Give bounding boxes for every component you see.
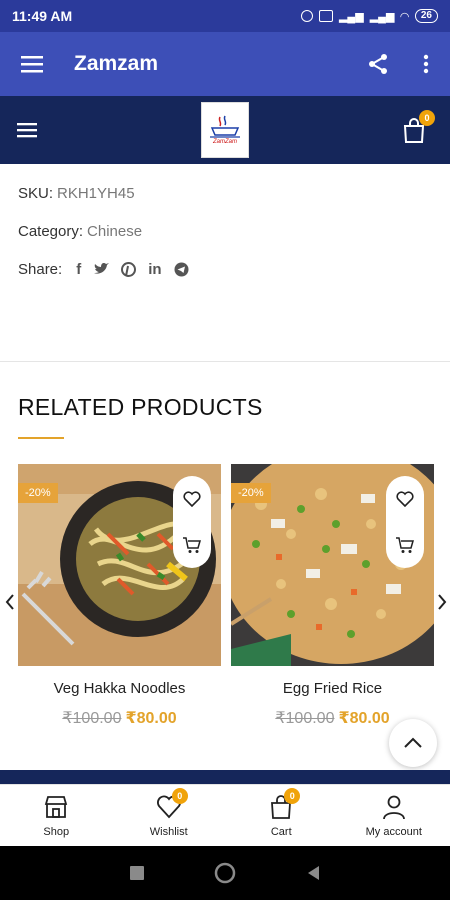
product-image-noodles[interactable]: -20% [18, 464, 221, 666]
home-icon[interactable] [214, 862, 236, 884]
sale-badge: -20% [18, 483, 58, 503]
alarm-icon [300, 10, 313, 22]
heart-icon[interactable] [396, 490, 414, 507]
cart-count-badge: 0 [284, 787, 301, 804]
carousel-prev-button[interactable] [2, 590, 18, 614]
site-logo[interactable]: ZamZam [201, 102, 249, 158]
sale-price: ₹80.00 [338, 710, 390, 727]
bottom-navigation: Shop 0 Wishlist 0 Cart My account [0, 784, 450, 846]
notification-icon [318, 10, 333, 22]
add-to-cart-icon[interactable] [395, 536, 415, 554]
related-products-heading: RELATED PRODUCTS [18, 394, 263, 420]
chevron-up-icon [404, 737, 422, 748]
carousel-next-button[interactable] [434, 590, 450, 614]
status-icons: ▂▄▆ ▂▄▆ ◠ 26 [300, 9, 438, 23]
share-label: Share: [18, 260, 63, 278]
logo-text: ZamZam [213, 139, 237, 145]
overflow-menu-button[interactable] [402, 40, 450, 88]
nav-shop[interactable]: Shop [0, 785, 113, 846]
sku-row: SKU: RKH1YH45 [18, 174, 432, 212]
telegram-icon[interactable] [174, 262, 189, 277]
card-actions [386, 476, 424, 568]
cart-count-badge: 0 [419, 110, 435, 126]
status-time: 11:49 AM [12, 8, 73, 24]
product-card[interactable]: -20% Egg Fried Rice ₹100.00 ₹80.00 [231, 464, 434, 728]
shop-icon [45, 795, 68, 818]
section-divider [0, 361, 450, 362]
site-header: ZamZam 0 [0, 96, 450, 164]
sku-value: RKH1YH45 [57, 184, 135, 202]
nav-wishlist[interactable]: 0 Wishlist [113, 785, 226, 846]
linkedin-icon[interactable]: in [148, 261, 161, 278]
scroll-to-top-button[interactable] [389, 719, 437, 767]
card-actions [173, 476, 211, 568]
category-row: Category: Chinese [18, 212, 432, 250]
battery-indicator: 26 [414, 9, 438, 23]
status-bar: 11:49 AM ▂▄▆ ▂▄▆ ◠ 26 [0, 0, 450, 32]
wifi-icon: ◠ [400, 10, 409, 23]
old-price: ₹100.00 [62, 710, 122, 727]
heading-underline [18, 437, 64, 439]
app-bar: Zamzam [0, 32, 450, 96]
nav-my-account[interactable]: My account [338, 785, 450, 846]
product-name[interactable]: Veg Hakka Noodles [18, 680, 221, 700]
pinterest-icon[interactable] [121, 261, 137, 277]
share-button[interactable] [354, 40, 402, 88]
nav-label: Shop [43, 825, 70, 838]
facebook-icon[interactable]: f [76, 261, 81, 278]
recents-icon[interactable] [130, 866, 144, 880]
add-to-cart-icon[interactable] [182, 536, 202, 554]
signal-icon: ▂▄▆ [338, 10, 364, 23]
app-title: Zamzam [74, 52, 159, 75]
more-vertical-icon [423, 54, 429, 74]
sale-price: ₹80.00 [125, 710, 177, 727]
back-icon[interactable] [306, 865, 320, 881]
share-row: Share: f in [18, 250, 432, 288]
nav-label: Wishlist [149, 825, 188, 838]
menu-button[interactable] [0, 32, 64, 96]
product-card[interactable]: -20% Veg Hakka Noodles ₹100.00 ₹80.00 [18, 464, 221, 728]
system-navigation-bar [0, 846, 450, 900]
logo-cup-icon [210, 115, 240, 138]
menu-icon [21, 56, 43, 73]
nav-cart[interactable]: 0 Cart [225, 785, 338, 846]
product-meta: SKU: RKH1YH45 Category: Chinese Share: f… [0, 164, 450, 288]
sku-label: SKU: [18, 184, 54, 202]
site-menu-button[interactable] [0, 96, 54, 164]
chevron-left-icon [5, 594, 14, 610]
twitter-icon[interactable] [93, 262, 110, 276]
heart-icon[interactable] [183, 490, 201, 507]
share-icon [369, 54, 387, 74]
sale-badge: -20% [231, 483, 271, 503]
product-image-fried-rice[interactable]: -20% [231, 464, 434, 666]
product-price: ₹100.00 ₹80.00 [18, 708, 221, 728]
nav-label: My account [365, 825, 422, 838]
user-icon [382, 795, 405, 819]
category-link[interactable]: Chinese [87, 223, 142, 240]
category-label: Category: [18, 222, 84, 240]
site-cart-button[interactable]: 0 [402, 110, 435, 144]
chevron-right-icon [438, 594, 447, 610]
nav-label: Cart [270, 825, 292, 838]
footer-edge [0, 770, 450, 784]
product-name[interactable]: Egg Fried Rice [231, 680, 434, 700]
old-price: ₹100.00 [275, 710, 335, 727]
signal-2-icon: ▂▄▆ [369, 10, 395, 23]
menu-icon [17, 123, 37, 138]
wishlist-count-badge: 0 [171, 787, 188, 804]
